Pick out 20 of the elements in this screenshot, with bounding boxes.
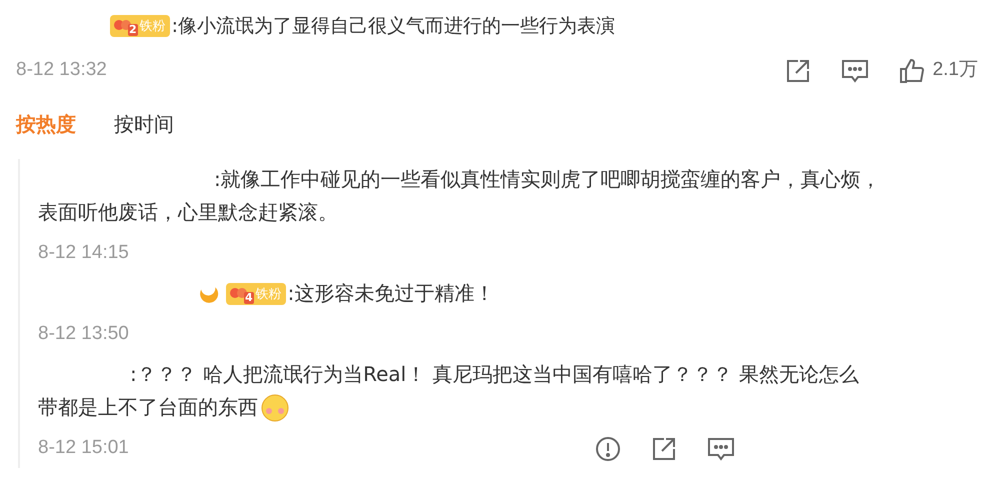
reply-text: :？？？ 哈人把流氓行为当Real！ 真尼玛把这当中国有嘻哈了？？？ 果然无论怎么带都是上不了台面的东西	[38, 362, 859, 418]
comment-text: :像小流氓为了显得自己很义气而进行的一些行为表演	[172, 14, 616, 39]
reply-time: 8-12 13:50	[38, 322, 129, 346]
reply-text: :就像工作中碰见的一些看似真性情实则虎了吧唧胡搅蛮缠的客户，真心烦，表面听他废话，心里默念赶紧滚。	[38, 166, 881, 224]
share-icon[interactable]	[650, 436, 677, 462]
report-icon[interactable]	[594, 436, 621, 462]
comment-icon[interactable]	[840, 58, 869, 84]
badge-label: 铁粉	[256, 288, 282, 301]
comment-time: 8-12 13:32	[16, 58, 107, 82]
sort-tab[interactable]: 按时间	[114, 108, 174, 138]
reply-time: 8-12 15:01	[38, 436, 129, 460]
badge-label: 铁粉	[140, 20, 166, 33]
reply-time: 8-12 14:15	[38, 241, 129, 266]
like-count: 2.1万	[932, 58, 978, 82]
badge-level: 2	[128, 24, 138, 36]
reply-text: :这形容未免过于精准！	[288, 280, 494, 304]
badge-level: 4	[244, 292, 254, 304]
thumbs-up-icon[interactable]	[898, 58, 925, 84]
share-icon[interactable]	[784, 58, 811, 84]
comment-icon[interactable]	[706, 436, 735, 462]
